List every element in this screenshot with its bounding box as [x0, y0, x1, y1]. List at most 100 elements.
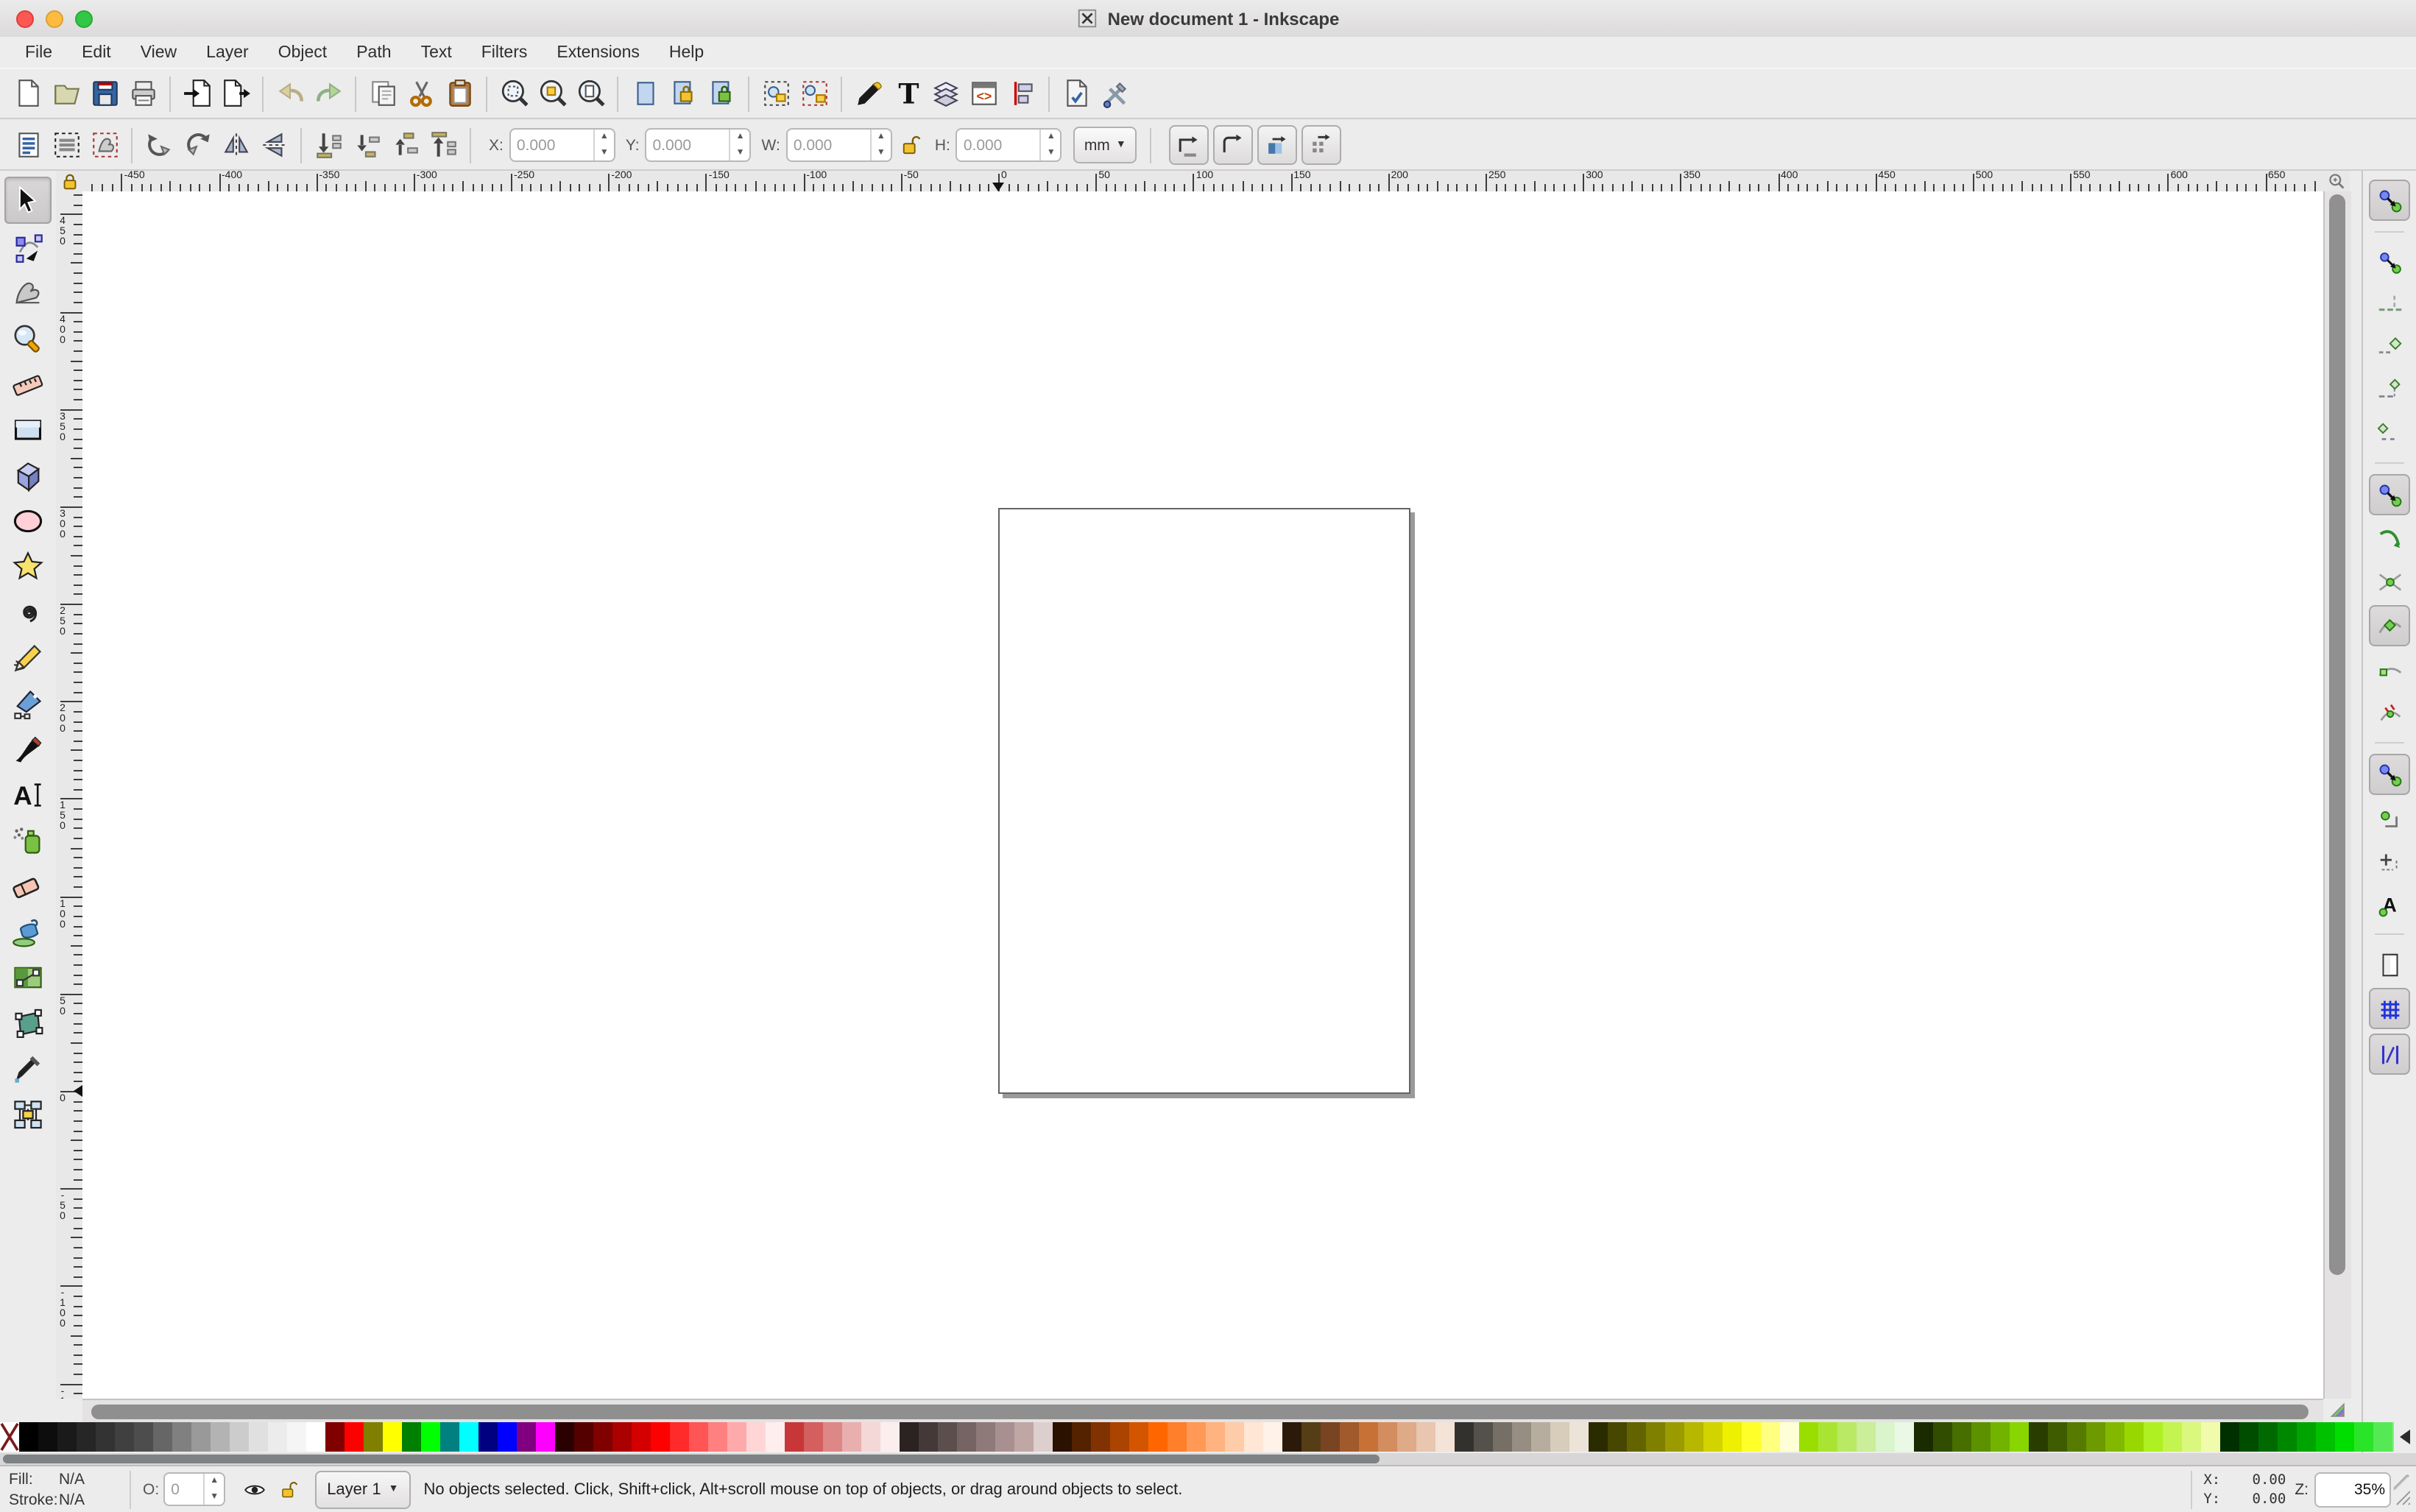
- color-swatch[interactable]: [1818, 1422, 1837, 1452]
- menu-object[interactable]: Object: [265, 40, 341, 64]
- layers-dialog-button[interactable]: [926, 74, 964, 113]
- flip-horizontal-button[interactable]: [216, 126, 255, 164]
- color-swatch[interactable]: [478, 1422, 498, 1452]
- zoom-tool[interactable]: [6, 317, 50, 361]
- scale-rect-corners-toggle[interactable]: [1213, 125, 1253, 165]
- layer-visibility-icon[interactable]: [243, 1477, 266, 1501]
- color-swatch[interactable]: [2124, 1422, 2144, 1452]
- color-swatch[interactable]: [842, 1422, 861, 1452]
- color-swatch[interactable]: [938, 1422, 957, 1452]
- color-swatch[interactable]: [2335, 1422, 2354, 1452]
- zoom-spinner[interactable]: 35%: [2314, 1472, 2391, 1507]
- color-swatch[interactable]: [1034, 1422, 1053, 1452]
- color-swatch[interactable]: [1072, 1422, 1091, 1452]
- color-swatch[interactable]: [1340, 1422, 1359, 1452]
- snap-cusp-nodes-toggle[interactable]: [2369, 605, 2410, 646]
- canvas[interactable]: [82, 191, 2323, 1399]
- snap-others-toggle[interactable]: [2369, 754, 2410, 795]
- color-swatch[interactable]: [1608, 1422, 1627, 1452]
- color-swatch[interactable]: [440, 1422, 459, 1452]
- color-swatch[interactable]: [1512, 1422, 1531, 1452]
- color-swatch[interactable]: [1187, 1422, 1206, 1452]
- color-swatch[interactable]: [861, 1422, 880, 1452]
- menu-extensions[interactable]: Extensions: [543, 40, 653, 64]
- raise-one-step-button[interactable]: [386, 126, 424, 164]
- color-swatch[interactable]: [1550, 1422, 1569, 1452]
- color-swatch[interactable]: [1646, 1422, 1665, 1452]
- connector-tool[interactable]: [6, 1092, 50, 1137]
- color-swatch[interactable]: [1952, 1422, 1971, 1452]
- color-swatch[interactable]: [345, 1422, 364, 1452]
- color-swatch[interactable]: [2297, 1422, 2316, 1452]
- color-swatch[interactable]: [19, 1422, 38, 1452]
- color-swatch[interactable]: [2182, 1422, 2201, 1452]
- title-bar[interactable]: New document 1 - Inkscape: [0, 0, 2416, 38]
- document-import-button[interactable]: [178, 74, 216, 113]
- swatch-none[interactable]: [0, 1422, 19, 1452]
- color-swatch[interactable]: [2086, 1422, 2105, 1452]
- color-swatch[interactable]: [2201, 1422, 2220, 1452]
- color-swatch[interactable]: [785, 1422, 804, 1452]
- color-swatch[interactable]: [976, 1422, 995, 1452]
- snap-bbox-corners-toggle[interactable]: [2370, 328, 2409, 367]
- edit-redo-button[interactable]: [309, 74, 347, 113]
- flip-vertical-button[interactable]: [255, 126, 293, 164]
- color-swatch[interactable]: [2048, 1422, 2067, 1452]
- snap-enable-toggle[interactable]: [2369, 180, 2410, 221]
- color-swatch[interactable]: [57, 1422, 77, 1452]
- window-resize-grip[interactable]: [2391, 1472, 2410, 1507]
- x-spinbox[interactable]: 0.000▲▼: [509, 128, 615, 162]
- color-swatch[interactable]: [1684, 1422, 1703, 1452]
- color-swatch[interactable]: [249, 1422, 268, 1452]
- color-swatch[interactable]: [1168, 1422, 1187, 1452]
- snap-smooth-nodes-toggle[interactable]: [2370, 651, 2409, 689]
- vertical-scrollbar[interactable]: [2323, 191, 2351, 1399]
- spiral-tool[interactable]: [6, 590, 50, 635]
- rotate-90-ccw-button[interactable]: [140, 126, 178, 164]
- edit-copy-button[interactable]: [364, 74, 402, 113]
- color-swatch[interactable]: [2278, 1422, 2297, 1452]
- edit-undo-button[interactable]: [271, 74, 309, 113]
- snap-bbox-edges-toggle[interactable]: [2370, 286, 2409, 324]
- paint-bucket-tool[interactable]: [6, 910, 50, 954]
- tweak-tool[interactable]: [6, 271, 50, 315]
- color-swatch[interactable]: [2220, 1422, 2239, 1452]
- color-swatch[interactable]: [1474, 1422, 1493, 1452]
- color-swatch[interactable]: [230, 1422, 249, 1452]
- align-distribute-dialog-button[interactable]: [1003, 74, 1041, 113]
- color-swatch[interactable]: [1301, 1422, 1321, 1452]
- color-swatch[interactable]: [2316, 1422, 2335, 1452]
- measure-tool[interactable]: [6, 362, 50, 406]
- color-swatch[interactable]: [1627, 1422, 1646, 1452]
- color-swatch[interactable]: [1569, 1422, 1589, 1452]
- snap-to-paths-toggle[interactable]: [2370, 520, 2409, 558]
- color-swatch[interactable]: [191, 1422, 211, 1452]
- scale-stroke-width-toggle[interactable]: [1169, 125, 1209, 165]
- duplicate-button[interactable]: [626, 74, 664, 113]
- zoom-selection-button[interactable]: [495, 74, 533, 113]
- w-spinbox[interactable]: 0.000▲▼: [786, 128, 892, 162]
- color-swatch[interactable]: [1665, 1422, 1684, 1452]
- color-swatch[interactable]: [1455, 1422, 1474, 1452]
- color-swatch[interactable]: [2010, 1422, 2029, 1452]
- ellipse-tool[interactable]: [6, 499, 50, 543]
- select-all-button[interactable]: [9, 126, 47, 164]
- color-swatch[interactable]: [1837, 1422, 1857, 1452]
- color-swatch[interactable]: [1723, 1422, 1742, 1452]
- edit-paste-button[interactable]: [440, 74, 478, 113]
- horizontal-ruler[interactable]: -450-400-350-300-250-200-150-100-5005010…: [82, 171, 2323, 193]
- color-swatch[interactable]: [1206, 1422, 1225, 1452]
- color-swatch[interactable]: [38, 1422, 57, 1452]
- menu-help[interactable]: Help: [656, 40, 717, 64]
- document-new-button[interactable]: [9, 74, 47, 113]
- document-export-button[interactable]: [216, 74, 255, 113]
- color-swatch[interactable]: [1378, 1422, 1397, 1452]
- color-swatch[interactable]: [766, 1422, 785, 1452]
- color-swatch[interactable]: [1416, 1422, 1435, 1452]
- color-swatch[interactable]: [1110, 1422, 1129, 1452]
- color-swatch[interactable]: [306, 1422, 325, 1452]
- sticky-zoom-icon[interactable]: [2323, 171, 2350, 191]
- color-swatch[interactable]: [727, 1422, 746, 1452]
- lock-guides-toggle[interactable]: [56, 171, 82, 191]
- zoom-page-button[interactable]: [571, 74, 610, 113]
